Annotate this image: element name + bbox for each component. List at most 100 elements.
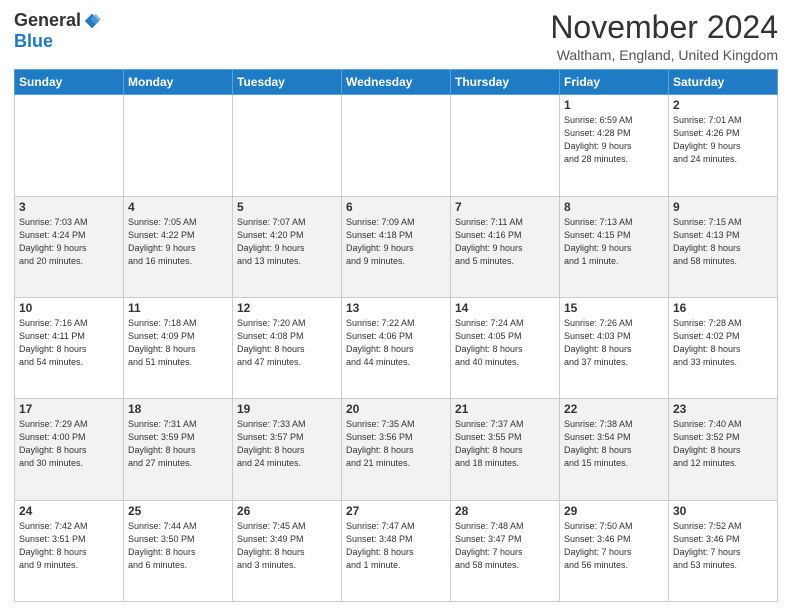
day-detail: Sunrise: 7:03 AM Sunset: 4:24 PM Dayligh…	[19, 216, 119, 268]
header-thursday: Thursday	[451, 70, 560, 95]
calendar-day: 28 Sunrise: 7:48 AM Sunset: 3:47 PM Dayli…	[451, 500, 560, 601]
day-detail: Sunrise: 7:13 AM Sunset: 4:15 PM Dayligh…	[564, 216, 664, 268]
day-detail: Sunrise: 7:40 AM Sunset: 3:52 PM Dayligh…	[673, 418, 773, 470]
calendar-day: 5 Sunrise: 7:07 AM Sunset: 4:20 PM Daylig…	[233, 196, 342, 297]
calendar-week-row-5: 24Sunrise: 7:42 AM Sunset: 3:51 PM Dayli…	[15, 500, 778, 601]
calendar-day: 18 Sunrise: 7:31 AM Sunset: 3:59 PM Dayli…	[124, 399, 233, 500]
title-section: November 2024 Waltham, England, United K…	[550, 10, 778, 63]
month-title: November 2024	[550, 10, 778, 45]
day-detail: Sunrise: 7:52 AM Sunset: 3:46 PM Dayligh…	[673, 520, 773, 572]
day-number: 7	[455, 200, 555, 214]
day-number: 21	[455, 402, 555, 416]
calendar-week-row-2: 3 Sunrise: 7:03 AM Sunset: 4:24 PM Daylig…	[15, 196, 778, 297]
day-detail: Sunrise: 7:28 AM Sunset: 4:02 PM Dayligh…	[673, 317, 773, 369]
logo-blue-text: Blue	[14, 31, 53, 51]
calendar-day: 24Sunrise: 7:42 AM Sunset: 3:51 PM Dayli…	[15, 500, 124, 601]
day-detail: Sunrise: 7:05 AM Sunset: 4:22 PM Dayligh…	[128, 216, 228, 268]
day-detail: Sunrise: 7:26 AM Sunset: 4:03 PM Dayligh…	[564, 317, 664, 369]
day-detail: Sunrise: 7:48 AM Sunset: 3:47 PM Dayligh…	[455, 520, 555, 572]
calendar-day: 2Sunrise: 7:01 AM Sunset: 4:26 PM Daylig…	[669, 95, 778, 196]
day-number: 25	[128, 504, 228, 518]
calendar-day: 10 Sunrise: 7:16 AM Sunset: 4:11 PM Dayli…	[15, 297, 124, 398]
day-number: 24	[19, 504, 119, 518]
day-number: 23	[673, 402, 773, 416]
day-number: 15	[564, 301, 664, 315]
day-detail: Sunrise: 7:37 AM Sunset: 3:55 PM Dayligh…	[455, 418, 555, 470]
day-detail: Sunrise: 7:24 AM Sunset: 4:05 PM Dayligh…	[455, 317, 555, 369]
day-detail: Sunrise: 7:20 AM Sunset: 4:08 PM Dayligh…	[237, 317, 337, 369]
day-number: 20	[346, 402, 446, 416]
day-number: 28	[455, 504, 555, 518]
calendar-day	[124, 95, 233, 196]
calendar-day: 7 Sunrise: 7:11 AM Sunset: 4:16 PM Daylig…	[451, 196, 560, 297]
day-number: 14	[455, 301, 555, 315]
calendar-day: 20 Sunrise: 7:35 AM Sunset: 3:56 PM Dayli…	[342, 399, 451, 500]
day-detail: Sunrise: 7:16 AM Sunset: 4:11 PM Dayligh…	[19, 317, 119, 369]
calendar-day: 1Sunrise: 6:59 AM Sunset: 4:28 PM Daylig…	[560, 95, 669, 196]
calendar-day: 23 Sunrise: 7:40 AM Sunset: 3:52 PM Dayli…	[669, 399, 778, 500]
logo-general-text: General	[14, 10, 81, 31]
header-sunday: Sunday	[15, 70, 124, 95]
header-friday: Friday	[560, 70, 669, 95]
day-detail: Sunrise: 7:31 AM Sunset: 3:59 PM Dayligh…	[128, 418, 228, 470]
day-detail: Sunrise: 7:35 AM Sunset: 3:56 PM Dayligh…	[346, 418, 446, 470]
header-saturday: Saturday	[669, 70, 778, 95]
calendar-day: 9Sunrise: 7:15 AM Sunset: 4:13 PM Daylig…	[669, 196, 778, 297]
calendar-day	[342, 95, 451, 196]
day-number: 26	[237, 504, 337, 518]
day-number: 1	[564, 98, 664, 112]
day-detail: Sunrise: 7:33 AM Sunset: 3:57 PM Dayligh…	[237, 418, 337, 470]
day-number: 6	[346, 200, 446, 214]
calendar-day: 19 Sunrise: 7:33 AM Sunset: 3:57 PM Dayli…	[233, 399, 342, 500]
day-detail: Sunrise: 7:50 AM Sunset: 3:46 PM Dayligh…	[564, 520, 664, 572]
calendar-day: 25Sunrise: 7:44 AM Sunset: 3:50 PM Dayli…	[124, 500, 233, 601]
day-number: 16	[673, 301, 773, 315]
day-detail: Sunrise: 7:07 AM Sunset: 4:20 PM Dayligh…	[237, 216, 337, 268]
day-number: 18	[128, 402, 228, 416]
logo: General Blue	[14, 10, 101, 52]
calendar-day: 17 Sunrise: 7:29 AM Sunset: 4:00 PM Dayli…	[15, 399, 124, 500]
day-detail: Sunrise: 7:11 AM Sunset: 4:16 PM Dayligh…	[455, 216, 555, 268]
day-number: 3	[19, 200, 119, 214]
day-detail: Sunrise: 7:22 AM Sunset: 4:06 PM Dayligh…	[346, 317, 446, 369]
calendar-week-row-3: 10 Sunrise: 7:16 AM Sunset: 4:11 PM Dayli…	[15, 297, 778, 398]
header-wednesday: Wednesday	[342, 70, 451, 95]
calendar-day: 22Sunrise: 7:38 AM Sunset: 3:54 PM Dayli…	[560, 399, 669, 500]
calendar-day: 11Sunrise: 7:18 AM Sunset: 4:09 PM Dayli…	[124, 297, 233, 398]
day-number: 29	[564, 504, 664, 518]
calendar-week-row-1: 1Sunrise: 6:59 AM Sunset: 4:28 PM Daylig…	[15, 95, 778, 196]
day-number: 19	[237, 402, 337, 416]
day-detail: Sunrise: 7:09 AM Sunset: 4:18 PM Dayligh…	[346, 216, 446, 268]
calendar-week-row-4: 17 Sunrise: 7:29 AM Sunset: 4:00 PM Dayli…	[15, 399, 778, 500]
calendar-day: 15 Sunrise: 7:26 AM Sunset: 4:03 PM Dayli…	[560, 297, 669, 398]
day-number: 30	[673, 504, 773, 518]
calendar-header-row: Sunday Monday Tuesday Wednesday Thursday…	[15, 70, 778, 95]
calendar-table: Sunday Monday Tuesday Wednesday Thursday…	[14, 69, 778, 602]
day-number: 4	[128, 200, 228, 214]
calendar-day: 16 Sunrise: 7:28 AM Sunset: 4:02 PM Dayli…	[669, 297, 778, 398]
day-number: 5	[237, 200, 337, 214]
calendar-day: 27Sunrise: 7:47 AM Sunset: 3:48 PM Dayli…	[342, 500, 451, 601]
header-monday: Monday	[124, 70, 233, 95]
header-tuesday: Tuesday	[233, 70, 342, 95]
day-number: 27	[346, 504, 446, 518]
logo-icon	[83, 12, 101, 30]
calendar-day	[15, 95, 124, 196]
calendar-day: 4 Sunrise: 7:05 AM Sunset: 4:22 PM Daylig…	[124, 196, 233, 297]
day-detail: Sunrise: 7:45 AM Sunset: 3:49 PM Dayligh…	[237, 520, 337, 572]
day-number: 17	[19, 402, 119, 416]
day-detail: Sunrise: 7:29 AM Sunset: 4:00 PM Dayligh…	[19, 418, 119, 470]
header: General Blue November 2024 Waltham, Engl…	[14, 10, 778, 63]
calendar-day: 14 Sunrise: 7:24 AM Sunset: 4:05 PM Dayli…	[451, 297, 560, 398]
calendar-day	[233, 95, 342, 196]
day-number: 10	[19, 301, 119, 315]
calendar-day: 30 Sunrise: 7:52 AM Sunset: 3:46 PM Dayli…	[669, 500, 778, 601]
day-number: 22	[564, 402, 664, 416]
calendar-day: 13Sunrise: 7:22 AM Sunset: 4:06 PM Dayli…	[342, 297, 451, 398]
page: General Blue November 2024 Waltham, Engl…	[0, 0, 792, 612]
calendar-day	[451, 95, 560, 196]
day-number: 9	[673, 200, 773, 214]
calendar-day: 8 Sunrise: 7:13 AM Sunset: 4:15 PM Daylig…	[560, 196, 669, 297]
day-number: 8	[564, 200, 664, 214]
day-number: 11	[128, 301, 228, 315]
